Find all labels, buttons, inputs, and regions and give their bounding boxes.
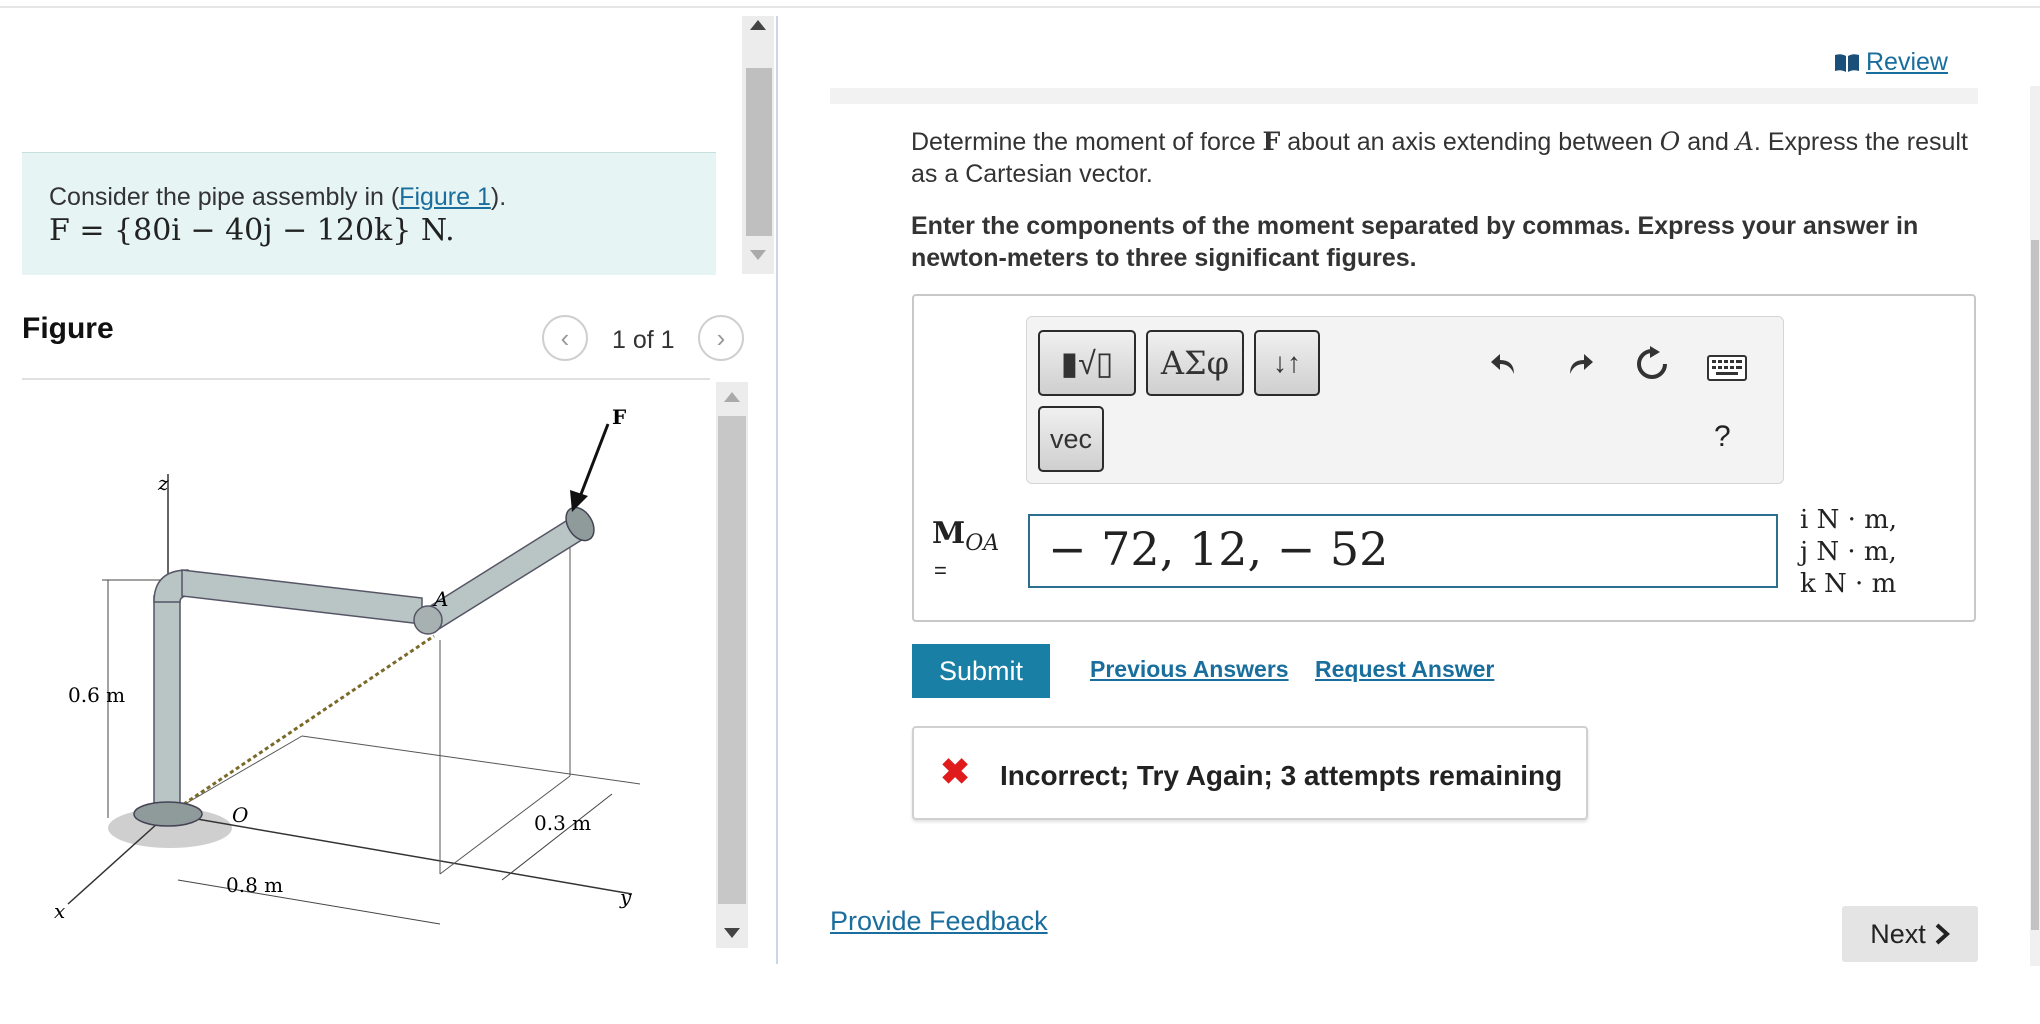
part-header-bar [830,88,1978,104]
greek-symbols-button[interactable]: ΑΣφ [1146,330,1244,396]
label-a: A [432,587,448,611]
answer-input[interactable]: − 72, 12, − 52 [1028,514,1778,588]
question-text-pre: Determine the moment of force [911,128,1263,156]
chevron-left-icon: ‹ [560,322,570,353]
force-equation: F = {80i − 40j − 120k} N. [49,213,455,248]
label-dim-06: 0.6 m [68,683,125,707]
pane-divider [776,16,778,964]
question-point-o: O [1659,127,1681,156]
next-figure-button[interactable]: › [698,315,744,361]
horizontal-pipe [181,569,423,625]
book-icon [1835,53,1859,72]
problem-statement: Consider the pipe assembly in (Figure 1)… [22,152,716,275]
help-button[interactable]: ? [1714,420,1731,454]
position-vector-oa [171,634,435,814]
answer-units: i N · m, j N · m, k N · m [1800,504,1897,600]
answer-label: MOA [932,516,999,556]
error-x-icon: ✖ [940,751,971,792]
arrows-button[interactable]: ↓↑ [1254,330,1320,396]
figure-divider [22,378,710,380]
question-force: F [1262,127,1281,156]
label-x: x [54,899,65,923]
unit-j: j N · m, [1800,537,1897,567]
question-text: Determine the moment of force F about an… [911,126,1971,190]
question-text-and: and [1680,128,1736,156]
question-text-mid: about an axis extending between [1280,128,1660,156]
label-dim-08: 0.8 m [226,873,283,897]
figure-scroll-down-icon[interactable] [724,928,740,938]
review-label: Review [1866,48,1948,76]
answer-label-equals: = [934,558,947,583]
chevron-right-icon [1935,923,1950,945]
dimension-line [177,879,441,925]
figure-scrollbar-thumb[interactable] [718,416,746,904]
feedback-message: ✖ Incorrect; Try Again; 3 attempts remai… [912,726,1588,820]
keyboard-icon[interactable] [1706,348,1748,388]
label-z: z [157,471,169,495]
label-f: F [612,405,626,429]
scroll-up-arrow-icon[interactable] [750,20,766,30]
vertical-pipe [153,595,181,809]
provide-feedback-link[interactable]: Provide Feedback [830,906,1048,937]
scroll-down-arrow-icon[interactable] [750,250,766,260]
answer-label-sub: OA [965,531,1000,556]
chevron-right-icon: › [716,322,726,353]
math-toolbar [1026,316,1784,484]
submit-button[interactable]: Submit [912,644,1050,698]
unit-k: k N · m [1800,569,1897,599]
problem-intro: Consider the pipe assembly in (Figure 1)… [49,183,506,212]
question-point-a: A [1735,127,1754,156]
base-flange [133,801,203,827]
figure-link[interactable]: Figure 1 [399,183,491,211]
redo-icon[interactable] [1560,344,1600,384]
arrows-icon: ↓↑ [1273,347,1301,378]
templates-icon: ▮√▯ [1060,345,1114,381]
figure-counter: 1 of 1 [612,326,675,354]
next-button[interactable]: Next [1842,906,1978,962]
next-label: Next [1870,918,1926,949]
top-border [0,6,2040,8]
problem-scrollbar-thumb[interactable] [746,68,772,236]
label-dim-03: 0.3 m [534,811,591,835]
label-o: O [232,803,248,827]
answer-instructions: Enter the components of the moment separ… [911,212,1919,272]
force-arrow [576,423,610,503]
vec-label: vec [1049,423,1093,454]
prev-figure-button[interactable]: ‹ [542,315,588,361]
greek-symbols-label: ΑΣφ [1160,344,1230,382]
answer-label-main: M [932,516,966,551]
unit-i: i N · m, [1800,505,1898,535]
angled-pipe [423,514,590,634]
feedback-text: Incorrect; Try Again; 3 attempts remaini… [1000,760,1563,791]
dimension-line [501,793,613,881]
previous-answers-link[interactable]: Previous Answers [1090,656,1289,683]
label-y: y [619,885,632,909]
templates-button[interactable]: ▮√▯ [1038,330,1136,396]
figure-scroll-up-icon[interactable] [724,392,740,402]
pipe-assembly-diagram: F z A O x y 0.6 m 0.3 m 0.8 m [54,405,641,925]
reset-icon[interactable] [1632,344,1672,384]
review-link[interactable]: Review [1834,48,1948,77]
page-scrollbar-thumb[interactable] [2031,240,2039,930]
request-answer-link[interactable]: Request Answer [1315,656,1494,683]
construction-line [301,735,641,785]
problem-intro-end: ). [490,183,507,211]
problem-intro-text: Consider the pipe assembly in ( [49,183,400,211]
figure-title: Figure [22,312,114,345]
figure-image: F z A O x y 0.6 m 0.3 m 0.8 m [22,384,712,950]
vec-button[interactable]: vec [1038,406,1104,472]
undo-icon[interactable] [1484,344,1524,384]
